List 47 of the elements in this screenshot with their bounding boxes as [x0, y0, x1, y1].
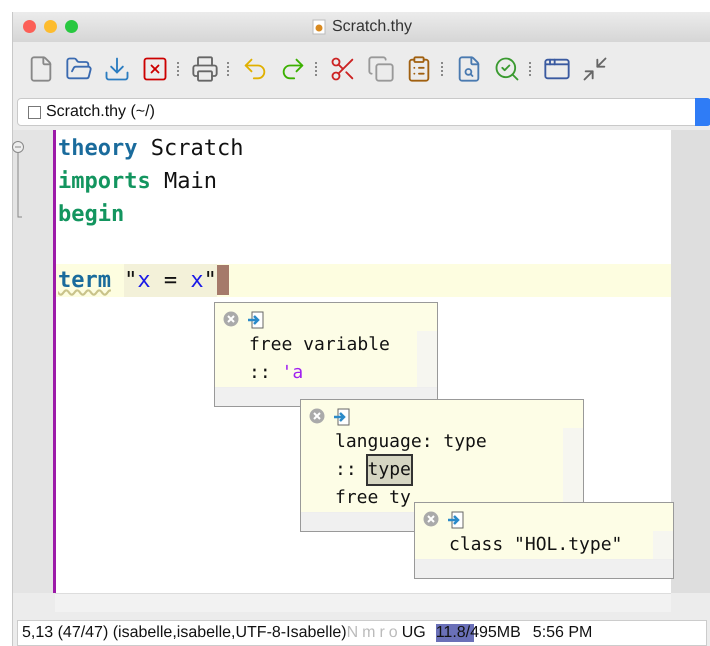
code-text: :: [335, 458, 358, 482]
maximize-icon [581, 55, 609, 83]
zoom-button[interactable] [65, 20, 78, 33]
horizontal-scrollbar[interactable] [55, 593, 671, 612]
code-text: free variable [249, 333, 390, 357]
string-text: " [124, 264, 138, 297]
save-icon [103, 55, 131, 83]
keyword: begin [58, 201, 124, 229]
mode-flags-text: Nmro [346, 624, 402, 642]
pin-icon[interactable] [333, 408, 351, 426]
keyword: imports [58, 168, 151, 196]
hovered-type-text: type [368, 456, 411, 484]
horizontal-scrollbar[interactable] [415, 559, 673, 578]
string-text: = [150, 264, 190, 297]
close-file-icon [141, 55, 169, 83]
variable-text: x [137, 264, 151, 297]
close-button[interactable] [23, 20, 36, 33]
pin-icon[interactable] [247, 311, 265, 329]
keyword: theory [58, 135, 138, 163]
code-text: Main [162, 168, 217, 196]
close-icon[interactable] [423, 511, 439, 527]
find-replace-icon [493, 55, 521, 83]
code-text: free ty [335, 486, 411, 510]
print-icon [191, 55, 219, 83]
vertical-scrollbar[interactable] [653, 531, 673, 559]
caret-position-text: 5,13 (47/47) (isabelle,isabelle,UTF-8-Isabelle) [22, 624, 347, 642]
vertical-scrollbar[interactable] [417, 331, 437, 387]
clock-text: 5:56 PM [532, 624, 592, 642]
fold-marker-icon[interactable] [11, 140, 25, 220]
buffer-selector[interactable]: Scratch.thy (~/) [17, 98, 710, 126]
variable-text: x [190, 264, 204, 297]
keyword: term [58, 267, 111, 295]
code-text: :: [249, 361, 272, 385]
pin-icon[interactable] [447, 511, 465, 529]
code-text: class "HOL.type" [449, 533, 622, 557]
type-variable-text: 'a [282, 361, 304, 385]
window-title: Scratch.thy [332, 18, 412, 36]
document-icon [312, 19, 326, 35]
text-cursor [216, 265, 229, 295]
copy-icon [367, 55, 395, 83]
vertical-scrollbar[interactable] [671, 130, 710, 593]
close-icon[interactable] [223, 311, 239, 327]
mode-text: UG [402, 624, 426, 642]
close-icon[interactable] [309, 408, 325, 424]
code-text: language: type [335, 430, 487, 454]
string-text: " [204, 264, 217, 297]
code-text: Scratch [150, 135, 244, 163]
